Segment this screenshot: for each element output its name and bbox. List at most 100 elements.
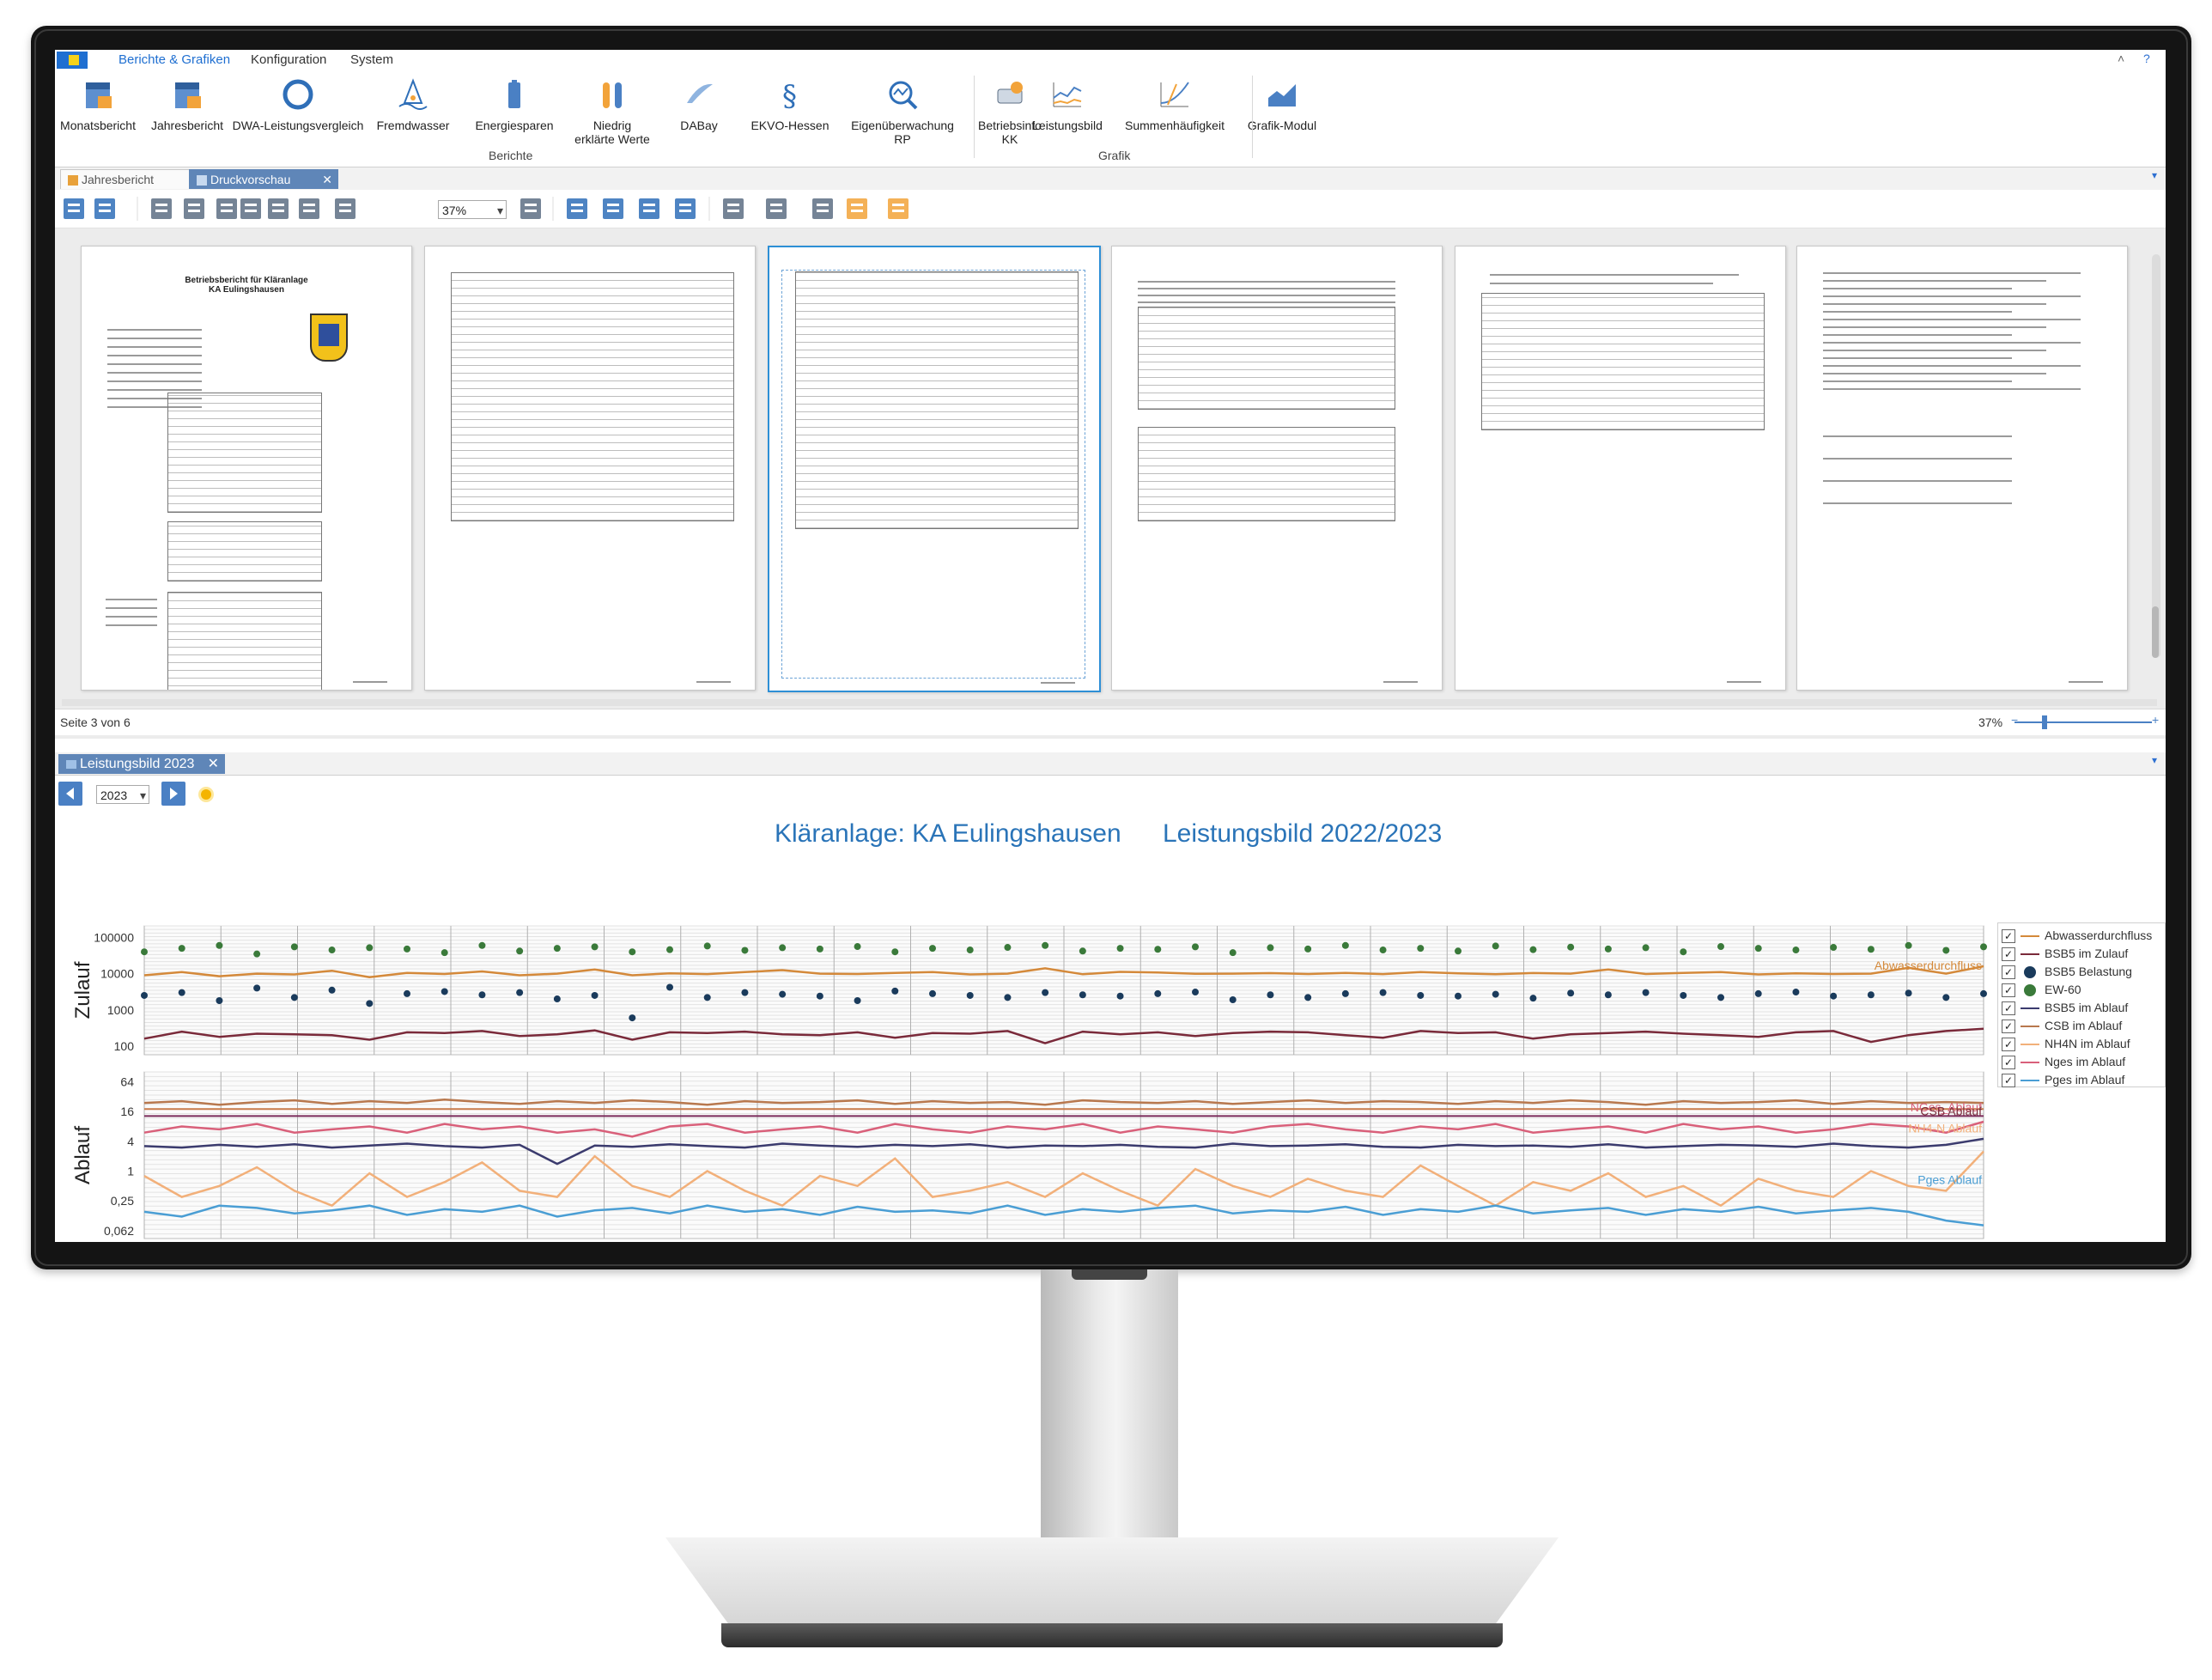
preview-page[interactable] [1111,246,1443,691]
legend-item[interactable]: ✓ BSB5 im Zulauf [2002,945,2128,962]
tab-menu-icon[interactable]: ▾ [2152,169,2157,181]
data-point [854,943,861,951]
magnifier-chart-icon [889,81,918,110]
preview-page[interactable] [1796,246,2128,691]
next-page-icon[interactable] [639,198,659,219]
preview-page[interactable] [768,246,1101,692]
legend-item[interactable]: ✓ NH4N im Ablauf [2002,1035,2130,1052]
collapse-ribbon-icon[interactable]: ˄ [2118,52,2124,65]
preview-page[interactable] [424,246,756,691]
vertical-scrollbar[interactable] [2152,254,2160,658]
zoom-in-icon[interactable] [520,198,541,219]
berichte-button-3[interactable]: Fremdwasser [366,77,460,132]
legend-label: Pges im Ablauf [2045,1073,2125,1087]
previous-year-button[interactable] [58,782,82,806]
zoom-slider-thumb[interactable] [2042,715,2047,729]
area-chart-icon [1268,84,1296,107]
color-icon[interactable] [766,198,787,219]
next-year-button[interactable] [161,782,185,806]
export-icon[interactable] [847,198,867,219]
preview-page[interactable] [1455,246,1786,691]
series-annotation: Pges Ablauf [1917,1172,1982,1186]
legend-checkbox[interactable]: ✓ [2002,1056,2015,1070]
monitor-stand-neck [1041,1269,1178,1570]
legend-checkbox[interactable]: ✓ [2002,1074,2015,1088]
feather-icon [687,83,713,103]
data-point [1042,989,1049,996]
legend-item[interactable]: ✓ Pges im Ablauf [2002,1071,2124,1088]
help-icon[interactable]: ? [2143,52,2150,65]
legend-item[interactable]: ✓ BSB5 im Ablauf [2002,999,2128,1016]
legend-checkbox[interactable]: ✓ [2002,983,2015,998]
zoom-in-icon[interactable]: + [2152,713,2159,727]
close-icon[interactable]: ✕ [322,170,332,189]
multiple-pages-icon[interactable] [723,198,744,219]
close-icon[interactable]: ✕ [208,755,219,774]
water-drop-icon [394,77,432,113]
series-annotation: Abwasserdurchfluss [1875,959,1982,972]
berichte-button-4[interactable]: Energiesparen [467,77,562,132]
sun-icon[interactable] [201,789,211,800]
legend-item[interactable]: ✓ BSB5 Belastung [2002,963,2132,980]
menu-tab-berichte[interactable]: Berichte & Grafiken [118,52,230,67]
zoom-slider[interactable] [2014,721,2152,723]
watermark-icon[interactable] [812,198,833,219]
berichte-button-7[interactable]: § EKVO-Hessen [742,77,838,132]
menu-tab-konfiguration[interactable]: Konfiguration [251,52,326,67]
menu-tab-system[interactable]: System [350,52,393,67]
legend-item[interactable]: ✓ Abwasserdurchfluss [2002,927,2152,944]
print-icon[interactable] [151,198,172,219]
legend-checkbox[interactable]: ✓ [2002,947,2015,962]
last-page-icon[interactable] [675,198,696,219]
preview-page[interactable]: Betriebsbericht für Kläranlage KA Euling… [81,246,412,691]
zoom-out-icon[interactable]: − [2011,713,2018,727]
berichte-button-8[interactable]: Eigenüberwachung RP [847,77,958,146]
legend-checkbox[interactable]: ✓ [2002,929,2015,944]
legend-item[interactable]: ✓ Nges im Ablauf [2002,1053,2125,1070]
legend-checkbox[interactable]: ✓ [2002,965,2015,980]
year-select[interactable]: 2023 [96,785,149,805]
feather-icon [680,77,718,113]
page-setup-icon[interactable] [216,198,237,219]
zoom-select[interactable]: 37% [438,200,507,220]
legend-item[interactable]: ✓ EW-60 [2002,981,2081,998]
hand-icon[interactable] [299,198,319,219]
text-line [1823,350,2046,351]
binoculars-icon[interactable] [94,198,115,219]
legend-checkbox[interactable]: ✓ [2002,1001,2015,1016]
grafik-button-2[interactable]: Grafik-Modul [1235,77,1329,132]
horizontal-scrollbar[interactable] [62,699,2157,706]
app-logo-icon[interactable] [57,52,88,69]
tab-menu-icon[interactable]: ▾ [2152,754,2157,766]
tab-druckvorschau[interactable]: Druckvorschau ✕ [189,169,338,189]
y-tick-label: 100 [114,1039,135,1053]
grafik-button-1[interactable]: Summenhäufigkeit [1123,77,1226,132]
data-point [1192,943,1199,951]
scrollbar-thumb[interactable] [2152,606,2159,658]
sidebar-icon[interactable] [64,198,84,219]
send-icon[interactable] [888,198,908,219]
legend-checkbox[interactable]: ✓ [2002,1038,2015,1052]
previous-page-icon[interactable] [603,198,623,219]
tab-jahresbericht[interactable]: Jahresbericht [60,169,196,189]
berichte-button-5[interactable]: Niedrig erklärte Werte [565,77,659,146]
tab-leistungsbild[interactable]: Leistungsbild 2023 ✕ [58,754,225,774]
legend-symbol [2021,1007,2039,1010]
berichte-button-2[interactable]: DWA-Leistungsvergleich [225,77,371,132]
tab-label: Jahresbericht [82,173,155,186]
y-axis-label: Zulauf [71,961,94,1019]
berichte-button-0[interactable]: Monatsbericht [55,77,141,132]
text-line [1823,288,2012,289]
berichte-button-6[interactable]: DABay [665,77,733,132]
data-point [854,996,861,1004]
quick-print-icon[interactable] [184,198,204,219]
berichte-button-1[interactable]: Jahresbericht [146,77,228,132]
legend-item[interactable]: ✓ CSB im Ablauf [2002,1017,2122,1034]
first-page-icon[interactable] [567,198,587,219]
legend-checkbox[interactable]: ✓ [2002,1020,2015,1034]
group-label-grafik: Grafik [1098,149,1131,162]
grafik-button-0[interactable]: Leistungsbild [1020,77,1115,132]
zoom-out-icon[interactable] [335,198,356,219]
scale-icon[interactable] [240,198,261,219]
resize-icon[interactable] [268,198,289,219]
